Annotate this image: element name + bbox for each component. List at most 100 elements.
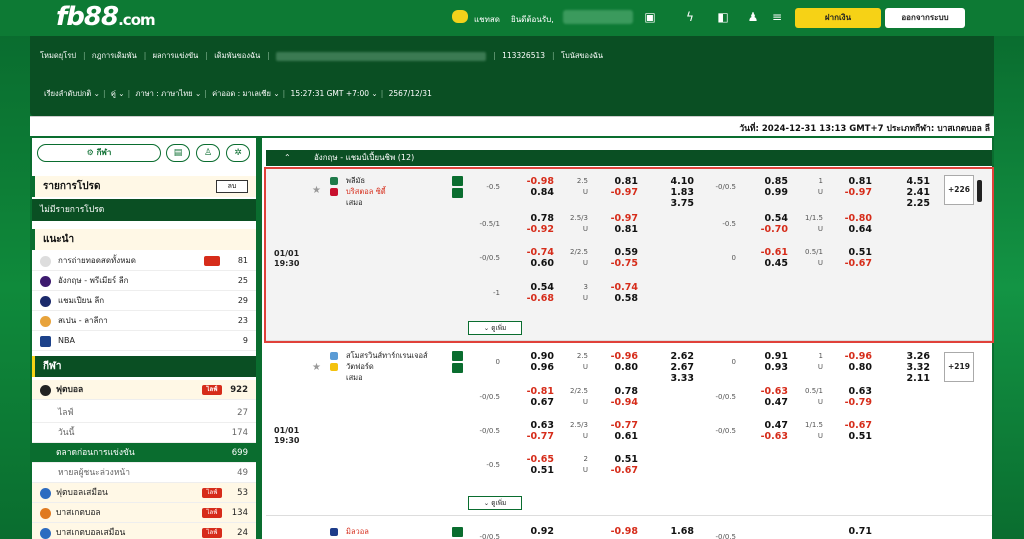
expand-button[interactable]: ⌄ ดูเพิ่ม [468, 321, 522, 335]
odds-cell[interactable]: 0.51 [598, 454, 638, 465]
odds-cell[interactable]: 0.58 [598, 293, 638, 304]
odds-cell[interactable]: 0.71 [832, 526, 872, 537]
nav-my-bets[interactable]: เดิมพันของฉัน [214, 51, 260, 60]
sidebar-item-outright[interactable]: หายลผู้ชนะล่วงหน้า 49 [32, 463, 256, 483]
odds-cell[interactable]: 2.62 [654, 351, 694, 362]
odds-cell[interactable]: 0.47 [748, 420, 788, 431]
user-icon[interactable]: ♟ [746, 11, 760, 24]
odds-type-select[interactable]: ค่าออด : มาเลเซีย [212, 89, 271, 98]
odds-cell[interactable]: -0.63 [748, 431, 788, 442]
odds-cell[interactable]: 1.83 [654, 187, 694, 198]
list-item[interactable]: NBA 9 [32, 331, 256, 351]
league-header[interactable]: ⌃ อังกฤษ - แชมป์เปี้ยนชิพ (12) [266, 150, 992, 166]
list-item[interactable]: การถ่ายทอดสดทั้งหมด 81 [32, 251, 256, 271]
expand-button[interactable]: ⌄ ดูเพิ่ม [468, 496, 522, 510]
promo-icon[interactable]: ◧ [712, 11, 734, 24]
language-select[interactable]: ภาษา : ภาษาไทย [136, 89, 193, 98]
more-markets-button[interactable]: +226 [944, 175, 974, 205]
odds-cell[interactable]: 0.91 [748, 351, 788, 362]
menu-icon[interactable]: ≡ [770, 11, 784, 24]
odds-cell[interactable]: -0.61 [748, 247, 788, 258]
odds-cell[interactable]: -0.70 [748, 224, 788, 235]
odds-cell[interactable]: 0.63 [832, 386, 872, 397]
odds-cell[interactable]: -0.67 [598, 465, 638, 476]
favorites-clear-button[interactable]: ลบ [216, 180, 248, 193]
sidebar-item-early-market[interactable]: ตลาดก่อนการแข่งขัน 699 [32, 443, 256, 463]
nav-my-bonus[interactable]: โบนัสของฉัน [561, 51, 603, 60]
odds-cell[interactable]: 0.85 [748, 176, 788, 187]
sidebar-item-football[interactable]: ฟุตบอล ไลฟ์ 922 [32, 380, 256, 400]
sidebar-item-virtual-basketball[interactable]: บาสเกตบอลเสมือน ไลฟ์ 24 [32, 523, 256, 539]
scrollbar-thumb[interactable] [977, 180, 982, 202]
odds-cell[interactable]: 0.61 [598, 431, 638, 442]
odds-cell[interactable]: -0.77 [598, 420, 638, 431]
tab-profile[interactable]: ♙ [196, 144, 220, 162]
odds-cell[interactable]: 3.32 [890, 362, 930, 373]
odds-cell[interactable]: -0.74 [598, 282, 638, 293]
odds-cell[interactable]: 3.33 [654, 373, 694, 384]
odds-cell[interactable]: 3.26 [890, 351, 930, 362]
sidebar-item-basketball[interactable]: บาสเกตบอล ไลฟ์ 134 [32, 503, 256, 523]
list-item[interactable]: อังกฤษ - พรีเมียร์ ลีก 25 [32, 271, 256, 291]
star-icon[interactable]: ★ [312, 185, 321, 196]
wallet-icon[interactable]: ▣ [643, 11, 657, 24]
sidebar-item-virtual-football[interactable]: ฟุตบอลเสมือน ไลฟ์ 53 [32, 483, 256, 503]
tab-betslip[interactable]: ▤ [166, 144, 190, 162]
sort-select[interactable]: เรียงลำดับปกติ [44, 89, 91, 98]
odds-cell[interactable]: -0.63 [748, 386, 788, 397]
list-item[interactable]: สเปน - ลาลีกา 23 [32, 311, 256, 331]
sidebar-item-live[interactable]: ไลฟ์ 27 [32, 403, 256, 423]
odds-cell[interactable]: 0.81 [598, 176, 638, 187]
odds-cell[interactable]: 2.67 [654, 362, 694, 373]
odds-cell[interactable]: -0.97 [832, 187, 872, 198]
odds-cell[interactable]: 3.75 [654, 198, 694, 209]
odds-cell[interactable]: -0.67 [832, 420, 872, 431]
odds-cell[interactable]: 0.64 [832, 224, 872, 235]
odds-cell[interactable]: -0.98 [598, 526, 638, 537]
odds-cell[interactable]: 0.80 [598, 362, 638, 373]
odds-cell[interactable]: 0.54 [748, 213, 788, 224]
logout-button[interactable]: ออกจากระบบ [885, 8, 965, 28]
nav-results[interactable]: ผลการแข่งขัน [153, 51, 199, 60]
lightning-icon[interactable]: ϟ [683, 11, 697, 24]
odds-cell[interactable]: -0.94 [598, 397, 638, 408]
odds-cell[interactable]: -0.97 [598, 187, 638, 198]
odds-cell[interactable]: -0.79 [832, 397, 872, 408]
tab-settings[interactable]: ✲ [226, 144, 250, 162]
odds-cell[interactable]: 2.11 [890, 373, 930, 384]
odds-cell[interactable]: 2.25 [890, 198, 930, 209]
odds-cell[interactable]: 0.78 [598, 386, 638, 397]
odds-cell[interactable]: -0.97 [598, 213, 638, 224]
nav-euro-mode[interactable]: โหมดยุโรป [40, 51, 76, 60]
odds-cell[interactable]: -0.96 [598, 351, 638, 362]
odds-cell[interactable]: 0.51 [832, 247, 872, 258]
odds-cell[interactable]: -0.96 [832, 351, 872, 362]
more-markets-button[interactable]: +219 [944, 352, 974, 382]
odds-cell[interactable]: 0.81 [598, 224, 638, 235]
odds-cell[interactable]: 0.59 [598, 247, 638, 258]
chat-icon[interactable] [452, 10, 468, 23]
odds-cell[interactable]: -0.67 [832, 258, 872, 269]
site-logo[interactable]: fb88.com [56, 2, 156, 32]
tab-sports[interactable]: ⚙ กีฬา [37, 144, 161, 162]
list-item[interactable]: แชมเปียน ลีก 29 [32, 291, 256, 311]
nav-rules[interactable]: กฎการเดิมพัน [92, 51, 137, 60]
odds-cell[interactable]: 0.93 [748, 362, 788, 373]
pair-select[interactable]: คู่ [111, 89, 116, 98]
sidebar-item-today[interactable]: วันนี้ 174 [32, 423, 256, 443]
odds-cell[interactable]: 4.10 [654, 176, 694, 187]
odds-cell[interactable]: -0.75 [598, 258, 638, 269]
odds-cell[interactable]: 2.41 [890, 187, 930, 198]
star-icon[interactable]: ★ [312, 362, 321, 373]
odds-cell[interactable]: -0.80 [832, 213, 872, 224]
odds-cell[interactable]: 0.51 [832, 431, 872, 442]
deposit-button[interactable]: ฝากเงิน [795, 8, 881, 28]
live-chat-link[interactable]: แชทสด [474, 13, 500, 26]
odds-cell[interactable]: 1.68 [654, 526, 694, 537]
odds-cell[interactable]: 0.92 [514, 526, 554, 537]
odds-cell[interactable]: 0.81 [832, 176, 872, 187]
odds-cell[interactable]: 0.47 [748, 397, 788, 408]
odds-cell[interactable]: 0.45 [748, 258, 788, 269]
odds-cell[interactable]: 4.51 [890, 176, 930, 187]
odds-cell[interactable]: 0.99 [748, 187, 788, 198]
